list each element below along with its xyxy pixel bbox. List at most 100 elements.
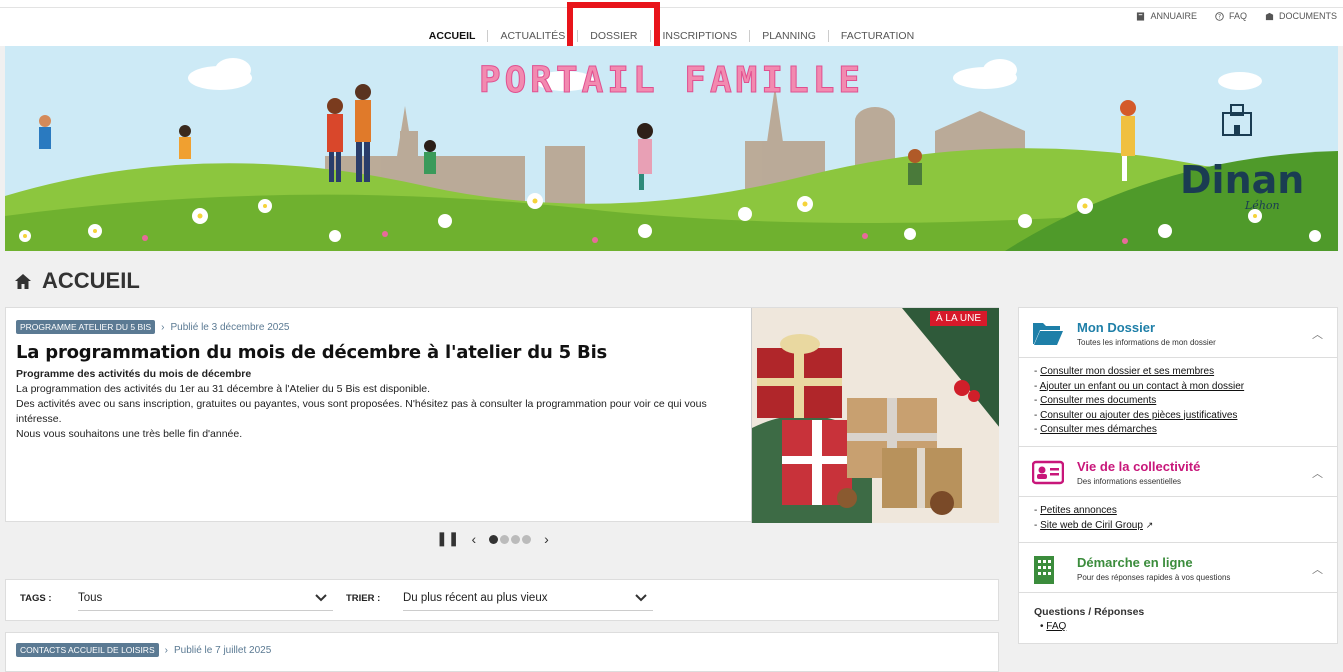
article-date: Publié le 7 juillet 2025 bbox=[173, 644, 272, 656]
utility-label: FAQ bbox=[1228, 11, 1247, 21]
utility-label: ANNUAIRE bbox=[1150, 11, 1197, 21]
link-item: Consulter mon dossier et ses membres bbox=[1034, 365, 1322, 380]
article-meta: CONTACTS ACCUEIL DE LOISIRS › Publié le … bbox=[16, 643, 271, 657]
article-tag[interactable]: PROGRAMME ATELIER DU 5 BIS bbox=[16, 320, 156, 334]
carousel-dot[interactable] bbox=[511, 534, 521, 544]
article-image[interactable]: À LA UNE bbox=[751, 308, 999, 523]
link-item: Petites annonces bbox=[1034, 504, 1322, 519]
link-item: Consulter ou ajouter des pièces justific… bbox=[1034, 409, 1322, 424]
nav-actualites[interactable]: ACTUALITÉS bbox=[487, 30, 577, 42]
sort-label: TRIER : bbox=[346, 593, 381, 604]
carousel-controls: ❚❚ ‹ › bbox=[436, 530, 549, 547]
home-icon bbox=[15, 273, 31, 289]
link-ajouter-enfant[interactable]: Ajouter un enfant ou un contact à mon do… bbox=[1040, 381, 1245, 392]
building-icon bbox=[1034, 555, 1054, 584]
hero-banner: PORTAIL FAMILLE Dinan Léhon bbox=[5, 46, 1338, 251]
tags-select[interactable]: Tous bbox=[78, 587, 333, 611]
article-tag[interactable]: CONTACTS ACCUEIL DE LOISIRS bbox=[16, 643, 159, 657]
chevron-up-icon[interactable]: ︿ bbox=[1312, 465, 1323, 481]
main-nav: ACCUEIL ACTUALITÉS DOSSIER INSCRIPTIONS … bbox=[0, 30, 1343, 42]
banner-title: PORTAIL FAMILLE bbox=[478, 60, 865, 102]
carousel-dots bbox=[488, 531, 532, 547]
page-title: ACCUEIL bbox=[14, 268, 140, 294]
sidebar-links: Petites annonces Site web de Ciril Group… bbox=[1019, 497, 1337, 542]
link-consulter-documents[interactable]: Consulter mes documents bbox=[1040, 395, 1156, 406]
sidebar-subtitle: Toutes les informations de mon dossier bbox=[1077, 338, 1216, 347]
chevron-right-icon: › bbox=[164, 644, 168, 656]
nav-inscriptions[interactable]: INSCRIPTIONS bbox=[649, 30, 750, 42]
qa-title: Questions / Réponses bbox=[1034, 605, 1145, 618]
folder-open-icon bbox=[1033, 323, 1063, 345]
sidebar-header[interactable]: Vie de la collectivité Des informations … bbox=[1019, 447, 1337, 497]
utility-link-faq[interactable]: ? FAQ bbox=[1215, 11, 1247, 21]
utility-link-documents[interactable]: DOCUMENTS bbox=[1265, 11, 1337, 21]
sidebar: Mon Dossier Toutes les informations de m… bbox=[1018, 307, 1338, 644]
featured-article-card[interactable]: PROGRAMME ATELIER DU 5 BIS › Publié le 3… bbox=[5, 307, 999, 523]
link-item: Site web de Ciril Group ↗ bbox=[1034, 518, 1322, 534]
carousel-dot[interactable] bbox=[489, 534, 499, 544]
sidebar-title: Démarche en ligne bbox=[1077, 554, 1193, 570]
address-book-icon bbox=[1137, 11, 1145, 21]
link-site-ciril[interactable]: Site web de Ciril Group bbox=[1040, 520, 1143, 531]
carousel-dot[interactable] bbox=[522, 534, 532, 544]
link-consulter-dossier[interactable]: Consulter mon dossier et ses membres bbox=[1040, 366, 1214, 377]
nav-accueil[interactable]: ACCUEIL bbox=[417, 30, 488, 42]
carousel-dot[interactable] bbox=[500, 534, 510, 544]
link-item: Consulter mes démarches bbox=[1034, 423, 1322, 438]
sidebar-box-dossier: Mon Dossier Toutes les informations de m… bbox=[1018, 307, 1338, 447]
article-card[interactable]: CONTACTS ACCUEIL DE LOISIRS › Publié le … bbox=[5, 632, 999, 672]
svg-text:?: ? bbox=[1218, 14, 1221, 20]
tags-select-value: Tous bbox=[78, 592, 103, 604]
banner-logo-text: Dinan bbox=[1180, 158, 1305, 202]
sidebar-subtitle: Des informations essentielles bbox=[1077, 476, 1182, 486]
qa-link-item: • FAQ bbox=[1040, 621, 1067, 632]
link-petites-annonces[interactable]: Petites annonces bbox=[1040, 505, 1117, 516]
article-paragraph: La programmation des activités du 1er au… bbox=[16, 383, 431, 395]
sidebar-box-demarche: Démarche en ligne Pour des réponses rapi… bbox=[1018, 542, 1338, 644]
utility-label: DOCUMENTS bbox=[1279, 11, 1337, 21]
utility-nav: ANNUAIRE ? FAQ DOCUMENTS bbox=[1136, 11, 1337, 21]
article-title[interactable]: La programmation du mois de décembre à l… bbox=[16, 342, 607, 363]
link-item: Consulter mes documents bbox=[1034, 394, 1322, 409]
chevron-right-icon: › bbox=[161, 321, 165, 333]
chevron-right-icon[interactable]: › bbox=[544, 531, 549, 547]
featured-badge: À LA UNE bbox=[929, 311, 987, 326]
link-pieces-justificatives[interactable]: Consulter ou ajouter des pièces justific… bbox=[1040, 410, 1237, 421]
external-link-icon: ↗ bbox=[1145, 520, 1154, 530]
chevron-down-icon bbox=[315, 594, 327, 602]
sidebar-title: Vie de la collectivité bbox=[1077, 458, 1201, 474]
chevron-left-icon[interactable]: ‹ bbox=[471, 531, 476, 547]
nav-facturation[interactable]: FACTURATION bbox=[827, 30, 926, 42]
link-consulter-demarches[interactable]: Consulter mes démarches bbox=[1040, 424, 1157, 435]
sort-select[interactable]: Du plus récent au plus vieux bbox=[403, 587, 653, 611]
top-divider bbox=[0, 7, 1343, 8]
article-date: Publié le 3 décembre 2025 bbox=[170, 321, 290, 333]
sidebar-box-collectivite: Vie de la collectivité Des informations … bbox=[1018, 446, 1338, 543]
help-circle-icon: ? bbox=[1215, 11, 1224, 21]
sidebar-links: Consulter mon dossier et ses membres Ajo… bbox=[1019, 358, 1337, 446]
sidebar-header[interactable]: Démarche en ligne Pour des réponses rapi… bbox=[1019, 543, 1337, 593]
filters-bar: TAGS : Tous TRIER : Du plus récent au pl… bbox=[5, 579, 999, 621]
link-faq[interactable]: FAQ bbox=[1046, 621, 1066, 632]
sidebar-header[interactable]: Mon Dossier Toutes les informations de m… bbox=[1019, 308, 1337, 358]
pause-icon[interactable]: ❚❚ bbox=[436, 530, 459, 547]
chevron-up-icon[interactable]: ︿ bbox=[1312, 326, 1323, 342]
sidebar-subtitle: Pour des réponses rapides à vos question… bbox=[1077, 572, 1231, 582]
documents-icon bbox=[1265, 12, 1274, 20]
nav-planning[interactable]: PLANNING bbox=[749, 30, 828, 42]
sort-select-value: Du plus récent au plus vieux bbox=[403, 592, 548, 604]
sidebar-title: Mon Dossier bbox=[1077, 320, 1156, 335]
id-card-icon bbox=[1032, 460, 1064, 484]
sidebar-links: Questions / Réponses • FAQ bbox=[1019, 593, 1337, 643]
top-header: ANNUAIRE ? FAQ DOCUMENTS ACCUEIL ACTUALI… bbox=[0, 0, 1343, 46]
article-body: Programme des activités du mois de décem… bbox=[16, 367, 746, 442]
link-item: Ajouter un enfant ou un contact à mon do… bbox=[1034, 380, 1322, 395]
article-meta: PROGRAMME ATELIER DU 5 BIS › Publié le 3… bbox=[16, 320, 289, 334]
article-paragraph: Nous vous souhaitons une très belle fin … bbox=[16, 428, 243, 440]
castle-logo-icon bbox=[1222, 104, 1252, 136]
utility-link-annuaire[interactable]: ANNUAIRE bbox=[1136, 11, 1197, 21]
chevron-down-icon bbox=[635, 594, 647, 602]
chevron-up-icon[interactable]: ︿ bbox=[1312, 561, 1323, 577]
christmas-gifts-image bbox=[752, 308, 999, 523]
banner-logo-subtext: Léhon bbox=[1245, 199, 1280, 212]
